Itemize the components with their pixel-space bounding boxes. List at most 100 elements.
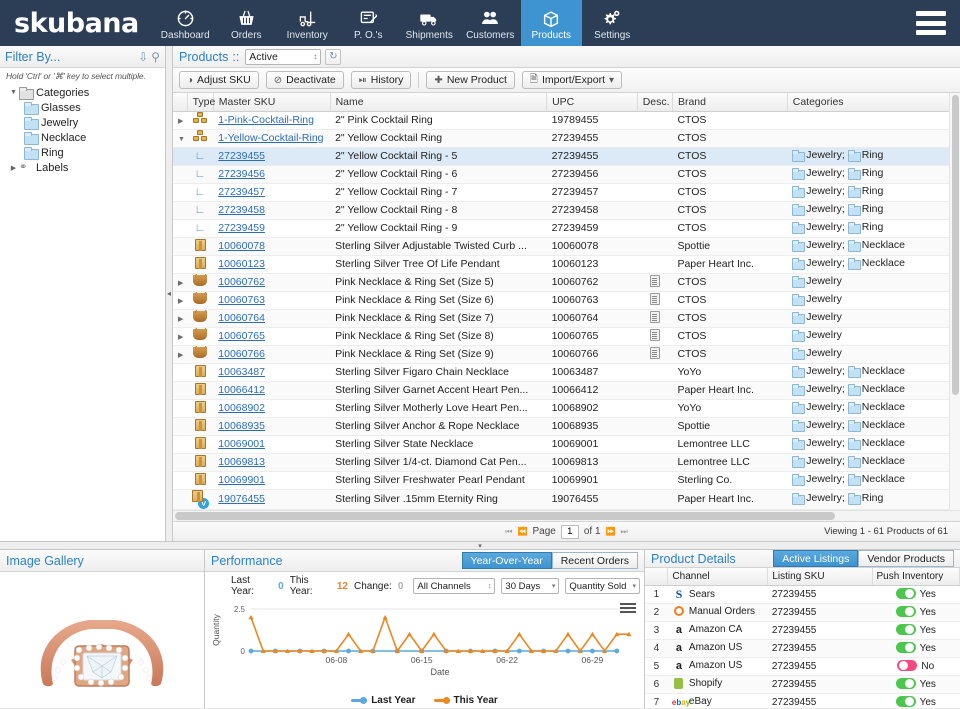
twisty-icon[interactable]: ▶ — [8, 164, 19, 172]
adjust-sku-button[interactable]: ◑ Adjust SKU — [179, 71, 259, 89]
table-row[interactable]: V 19076455 Sterling Silver .15mm Eternity … — [173, 489, 959, 510]
table-row[interactable]: 10063487 Sterling Silver Figaro Chain Nec… — [173, 363, 959, 382]
col-push-inventory[interactable]: Push Inventory — [872, 568, 960, 586]
nav-item-p-o-s[interactable]: P. O.'s — [338, 0, 399, 46]
row-master-sku[interactable]: 10068902 — [213, 399, 331, 418]
tab-active-listings[interactable]: Active Listings — [773, 550, 859, 567]
horizontal-splitter[interactable]: ▾ — [0, 541, 960, 550]
nav-item-dashboard[interactable]: Dashboard — [155, 0, 216, 46]
row-expander[interactable] — [173, 471, 188, 490]
row-master-sku[interactable]: 10068935 — [213, 417, 331, 436]
row-expander[interactable] — [173, 255, 188, 274]
row-push-inventory[interactable]: Yes — [872, 585, 960, 604]
col-master-sku[interactable]: Master SKU — [213, 93, 331, 112]
table-row[interactable]: 1 S Sears 27239455 Yes — [645, 585, 960, 604]
twisty-icon[interactable]: ▶ — [178, 280, 183, 287]
channel-select[interactable]: All Channels ↕ — [413, 578, 496, 594]
row-master-sku[interactable]: 19076455 — [213, 489, 331, 510]
table-row[interactable]: ▶ 10060763 Pink Necklace & Ring Set (Size … — [173, 291, 959, 310]
sku-link[interactable]: 10068902 — [218, 402, 265, 414]
row-master-sku[interactable]: 10060123 — [213, 255, 331, 274]
row-expander[interactable] — [173, 183, 188, 202]
row-expander[interactable] — [173, 489, 188, 510]
row-expander[interactable] — [173, 381, 188, 400]
range-select[interactable]: 30 Days ▾ — [501, 578, 560, 594]
sku-link[interactable]: 10063487 — [218, 366, 265, 378]
table-row[interactable]: ▶ 10060765 Pink Necklace & Ring Set (Size … — [173, 327, 959, 346]
nav-item-inventory[interactable]: Inventory — [277, 0, 338, 46]
sku-link[interactable]: 10060078 — [218, 240, 265, 252]
scroll-thumb[interactable] — [175, 512, 835, 520]
row-master-sku[interactable]: 10069813 — [213, 453, 331, 472]
row-master-sku[interactable]: 10060762 — [213, 273, 331, 292]
row-expander[interactable] — [173, 417, 188, 436]
table-row[interactable]: 4 a Amazon US 27239455 Yes — [645, 639, 960, 658]
push-inventory-toggle[interactable] — [897, 660, 918, 671]
row-expander[interactable] — [173, 237, 188, 256]
push-inventory-toggle[interactable] — [895, 624, 916, 635]
sku-link[interactable]: 10069001 — [218, 438, 265, 450]
row-expander[interactable] — [173, 399, 188, 418]
sku-link[interactable]: 10069813 — [218, 456, 265, 468]
vertical-splitter[interactable]: ◂ — [166, 46, 173, 541]
row-master-sku[interactable]: 27239455 — [213, 147, 331, 166]
table-row[interactable]: 10069813 Sterling Silver 1/4-ct. Diamond … — [173, 453, 959, 472]
row-master-sku[interactable]: 10060764 — [213, 309, 331, 328]
sku-link[interactable]: 10068935 — [218, 420, 265, 432]
sku-link[interactable]: 10060762 — [218, 276, 265, 288]
nav-item-products[interactable]: Products — [520, 0, 582, 46]
import-export-button[interactable]: 🗎 Import/Export ▾ — [521, 71, 623, 89]
row-master-sku[interactable]: 1-Yellow-Cocktail-Ring — [213, 129, 331, 148]
col-upc[interactable]: UPC — [546, 93, 638, 112]
new-product-button[interactable]: ✚ New Product — [426, 71, 515, 89]
sku-link[interactable]: 10069901 — [218, 474, 265, 486]
row-push-inventory[interactable]: Yes — [872, 675, 960, 694]
col-listing-sku[interactable]: Listing SKU — [767, 568, 873, 586]
metric-select[interactable]: Quantity Sold ▾ — [565, 578, 640, 594]
table-row[interactable]: ▶ 10060762 Pink Necklace & Ring Set (Size … — [173, 273, 959, 292]
sku-link[interactable]: 10060764 — [218, 312, 265, 324]
row-expander[interactable]: ▶ — [173, 345, 188, 364]
twisty-icon[interactable]: ▶ — [178, 118, 183, 125]
table-row[interactable]: ▶ 10060766 Pink Necklace & Ring Set (Size … — [173, 345, 959, 364]
col-categories[interactable]: Categories — [787, 93, 960, 112]
next-page-icon[interactable]: ⏩ — [606, 527, 616, 536]
twisty-icon[interactable]: ▼ — [178, 136, 185, 143]
tab-vendor-products[interactable]: Vendor Products — [858, 550, 954, 567]
table-row[interactable]: ∟ 27239455 2" Yellow Cocktail Ring - 5 2723… — [173, 147, 959, 166]
filter-node-jewelry[interactable]: Jewelry — [2, 115, 165, 130]
filter-node-categories[interactable]: ▼ Categories — [2, 85, 165, 100]
nav-item-settings[interactable]: Settings — [582, 0, 643, 46]
deactivate-button[interactable]: ⊘ Deactivate — [265, 71, 344, 89]
row-push-inventory[interactable]: Yes — [872, 693, 960, 709]
row-expander[interactable] — [173, 509, 188, 510]
table-row[interactable]: 3 a Amazon CA 27239455 Yes — [645, 621, 960, 640]
filter-node-necklace[interactable]: Necklace — [2, 130, 165, 145]
table-row[interactable]: 10069001 Sterling Silver State Necklace 10… — [173, 435, 959, 454]
performance-chart[interactable]: 2.5 0 Quantity 06-08 06-15 06-22 06-29 Date — [205, 599, 644, 695]
row-expander[interactable]: ▶ — [173, 309, 188, 328]
row-master-sku[interactable]: 19076466 — [213, 509, 331, 510]
row-master-sku[interactable]: 10066412 — [213, 381, 331, 400]
collapse-all-icon[interactable]: ⇩ — [138, 50, 148, 64]
sku-link[interactable]: 1-Pink-Cocktail-Ring — [218, 114, 314, 126]
page-number-input[interactable] — [560, 524, 579, 539]
status-filter-select[interactable]: Active ↕ — [245, 48, 322, 65]
row-expander[interactable] — [173, 435, 188, 454]
row-expander[interactable]: ▼ — [173, 129, 188, 148]
col-brand[interactable]: Brand — [672, 93, 788, 112]
table-row[interactable]: ∟ 27239459 2" Yellow Cocktail Ring - 9 2723… — [173, 219, 959, 238]
col-desc[interactable]: Desc. — [637, 93, 673, 112]
table-row[interactable]: ∟ 27239458 2" Yellow Cocktail Ring - 8 2723… — [173, 201, 959, 220]
nav-item-shipments[interactable]: Shipments — [399, 0, 460, 46]
push-inventory-toggle[interactable] — [895, 588, 916, 599]
legend-item-last-year[interactable]: Last Year — [351, 695, 416, 706]
push-inventory-toggle[interactable] — [895, 606, 916, 617]
description-doc-icon[interactable] — [649, 292, 660, 305]
row-master-sku[interactable]: 27239458 — [213, 201, 331, 220]
row-expander[interactable] — [173, 363, 188, 382]
table-row[interactable]: ▶ 1-Pink-Cocktail-Ring 2" Pink Cocktail Ri… — [173, 111, 959, 130]
row-master-sku[interactable]: 10060078 — [213, 237, 331, 256]
row-master-sku[interactable]: 27239459 — [213, 219, 331, 238]
col-name[interactable]: Name — [330, 93, 548, 112]
